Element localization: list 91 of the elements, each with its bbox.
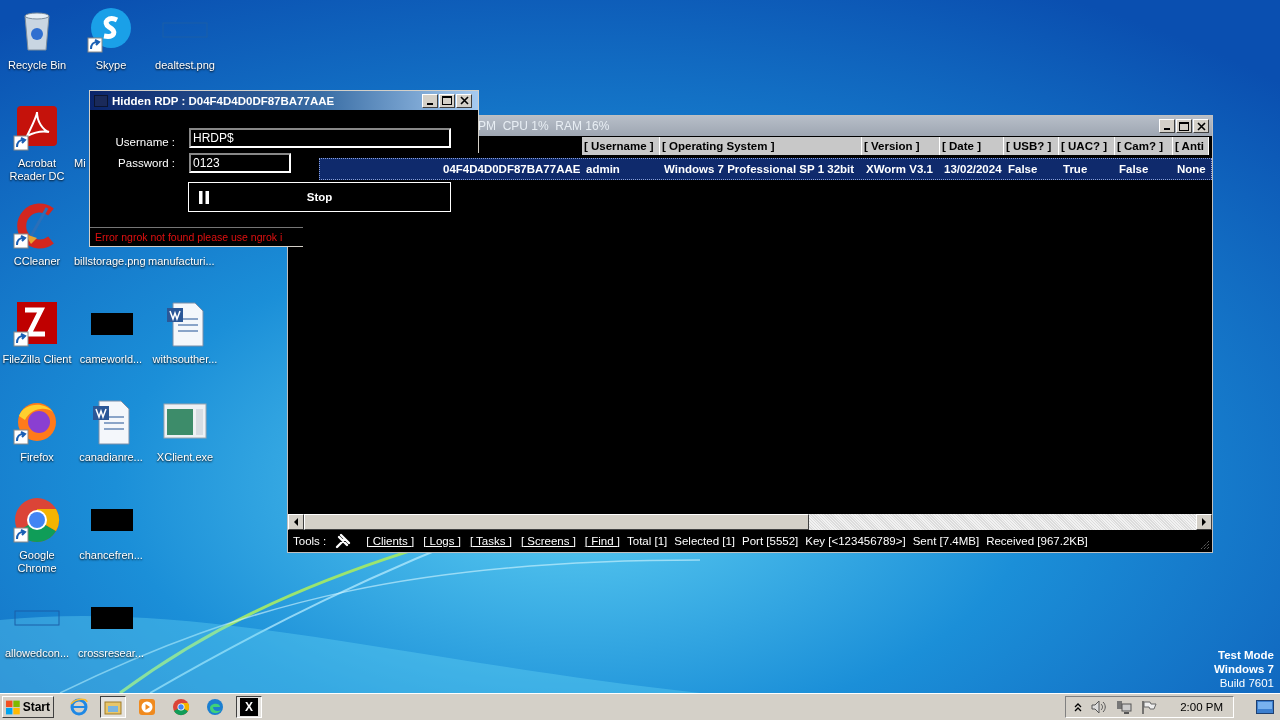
password-field[interactable]: 0123	[189, 153, 291, 173]
start-button[interactable]: Start	[2, 696, 54, 718]
table-cell-text: True	[1062, 163, 1089, 175]
field-label: Username :	[114, 136, 175, 148]
table-cell-text: None	[1176, 163, 1207, 175]
desktop-shortcut[interactable]: CCleaner	[0, 202, 74, 268]
desktop-shortcut[interactable]: cameworld...	[74, 300, 148, 366]
taskbar-button[interactable]	[100, 696, 126, 718]
column-header[interactable]: [ Version ]	[862, 137, 940, 155]
clock[interactable]: 2:00 PM	[1180, 701, 1223, 713]
stop-button[interactable]: Stop	[188, 182, 451, 212]
horizontal-scrollbar[interactable]	[288, 514, 1212, 530]
windows-logo-icon	[6, 699, 21, 715]
desktop-shortcut[interactable]: Acrobat Reader DC	[0, 104, 74, 183]
scroll-left-button[interactable]	[288, 514, 304, 530]
chrome-icon	[172, 698, 190, 716]
thumbnail-icon	[89, 607, 133, 629]
window-title: Hidden RDP : D04F4D4D0DF87BA77AAE	[112, 94, 336, 107]
system-notice-text: Windows 7	[1214, 662, 1274, 676]
maximize-button[interactable]	[1176, 119, 1192, 133]
thumbnail-icon	[89, 509, 133, 531]
window-title: PM CPU 1% RAM 16%	[478, 119, 610, 133]
desktop-shortcut[interactable]: canadianre...	[74, 398, 148, 464]
table-cell-text: admin	[585, 163, 621, 175]
column-header[interactable]: [ Operating System ]	[660, 137, 862, 155]
table-cell-text: Windows 7 Professional SP 1 32bit	[663, 163, 856, 175]
desktop-shortcut[interactable]: Skype	[74, 6, 148, 72]
desktop-shortcut[interactable]: dealtest.png	[148, 6, 222, 72]
folder-icon	[104, 698, 122, 716]
tool-link[interactable]: [ Tasks ]	[469, 535, 512, 547]
scroll-thumb[interactable]	[304, 514, 809, 530]
desktop-shortcut[interactable]: manufacturi...	[148, 250, 215, 268]
status-text: Sent [7.4MB]	[912, 535, 980, 547]
error-message: Error ngrok not found please use ngrok i	[90, 227, 303, 246]
desktop-shortcut[interactable]: chancefren...	[74, 496, 148, 562]
resize-grip-icon[interactable]	[1200, 540, 1210, 550]
flag-icon[interactable]	[1141, 699, 1158, 715]
column-header[interactable]: [ Cam? ]	[1115, 137, 1173, 155]
username-field[interactable]: HRDP$	[189, 128, 451, 148]
desktop-shortcut[interactable]: Firefox	[0, 398, 74, 464]
right-arrow-icon	[1201, 518, 1207, 526]
tools-label: Tools :	[293, 535, 327, 547]
maximize-button[interactable]	[439, 93, 455, 108]
tool-link[interactable]: [ Clients ]	[366, 535, 415, 547]
thumbnail-icon	[89, 313, 133, 335]
status-text: Key [<123456789>]	[805, 535, 906, 547]
table-cell-text: XWorm V3.1	[865, 163, 934, 175]
tools-icon[interactable]	[335, 533, 352, 549]
close-button[interactable]	[1193, 119, 1209, 133]
desktop-shortcut[interactable]: Mi	[74, 152, 86, 170]
tool-link[interactable]: [ Logs ]	[423, 535, 461, 547]
table-cell-text: 04F4D4D0DF87BA77AAE	[442, 163, 582, 175]
scroll-right-button[interactable]	[1196, 514, 1212, 530]
chevron-icon[interactable]	[1074, 702, 1083, 712]
desktop-shortcut[interactable]: Recycle Bin	[0, 6, 74, 72]
system-notice-text: Test Mode	[1218, 648, 1274, 662]
desktop-shortcut[interactable]: billstorage.png	[74, 250, 146, 268]
taskbar-button[interactable]: X	[236, 696, 262, 718]
chrome-icon	[13, 496, 61, 544]
system-notice-text: Build 7601	[1219, 676, 1274, 690]
network-icon[interactable]	[1116, 699, 1133, 715]
table-row[interactable]: 04F4D4D0DF87BA77AAE admin Windows 7 Professional SP 1 32bit XWorm V3.1 13/02/2024 False True False None	[319, 158, 1212, 180]
left-arrow-icon	[293, 518, 299, 526]
thumbnail-icon	[14, 610, 60, 626]
status-text: Total [1]	[627, 535, 668, 547]
table-cell-text: 13/02/2024	[943, 163, 1003, 175]
browser-icon	[70, 698, 88, 716]
status-text: Received [967.2KB]	[986, 535, 1088, 547]
column-header[interactable]: [ UAC? ]	[1059, 137, 1115, 155]
volume-icon[interactable]	[1091, 700, 1108, 714]
browser-icon	[206, 698, 224, 716]
status-text: Selected [1]	[674, 535, 735, 547]
tool-link[interactable]: [ Find ]	[584, 535, 620, 547]
window-icon	[94, 94, 108, 107]
close-button[interactable]	[456, 93, 472, 108]
show-desktop-icon[interactable]	[1256, 700, 1274, 714]
play-icon	[138, 698, 156, 716]
column-header[interactable]: [ USB? ]	[1004, 137, 1059, 155]
field-label: Password :	[117, 157, 175, 169]
table-cell-text: False	[1007, 163, 1039, 175]
table-cell-text: False	[1118, 163, 1150, 175]
minimize-button[interactable]	[422, 93, 438, 108]
pause-icon	[199, 190, 209, 204]
desktop-shortcut[interactable]: FileZilla Client	[0, 300, 74, 366]
status-text: Port [5552]	[742, 535, 799, 547]
column-header[interactable]: [ Date ]	[940, 137, 1004, 155]
tool-link[interactable]: [ Screens ]	[520, 535, 576, 547]
minimize-button[interactable]	[1159, 119, 1175, 133]
column-header[interactable]: [ Username ]	[582, 137, 660, 155]
column-header[interactable]: [ Anti	[1173, 137, 1209, 155]
desktop-shortcut[interactable]: Google Chrome	[0, 496, 74, 575]
